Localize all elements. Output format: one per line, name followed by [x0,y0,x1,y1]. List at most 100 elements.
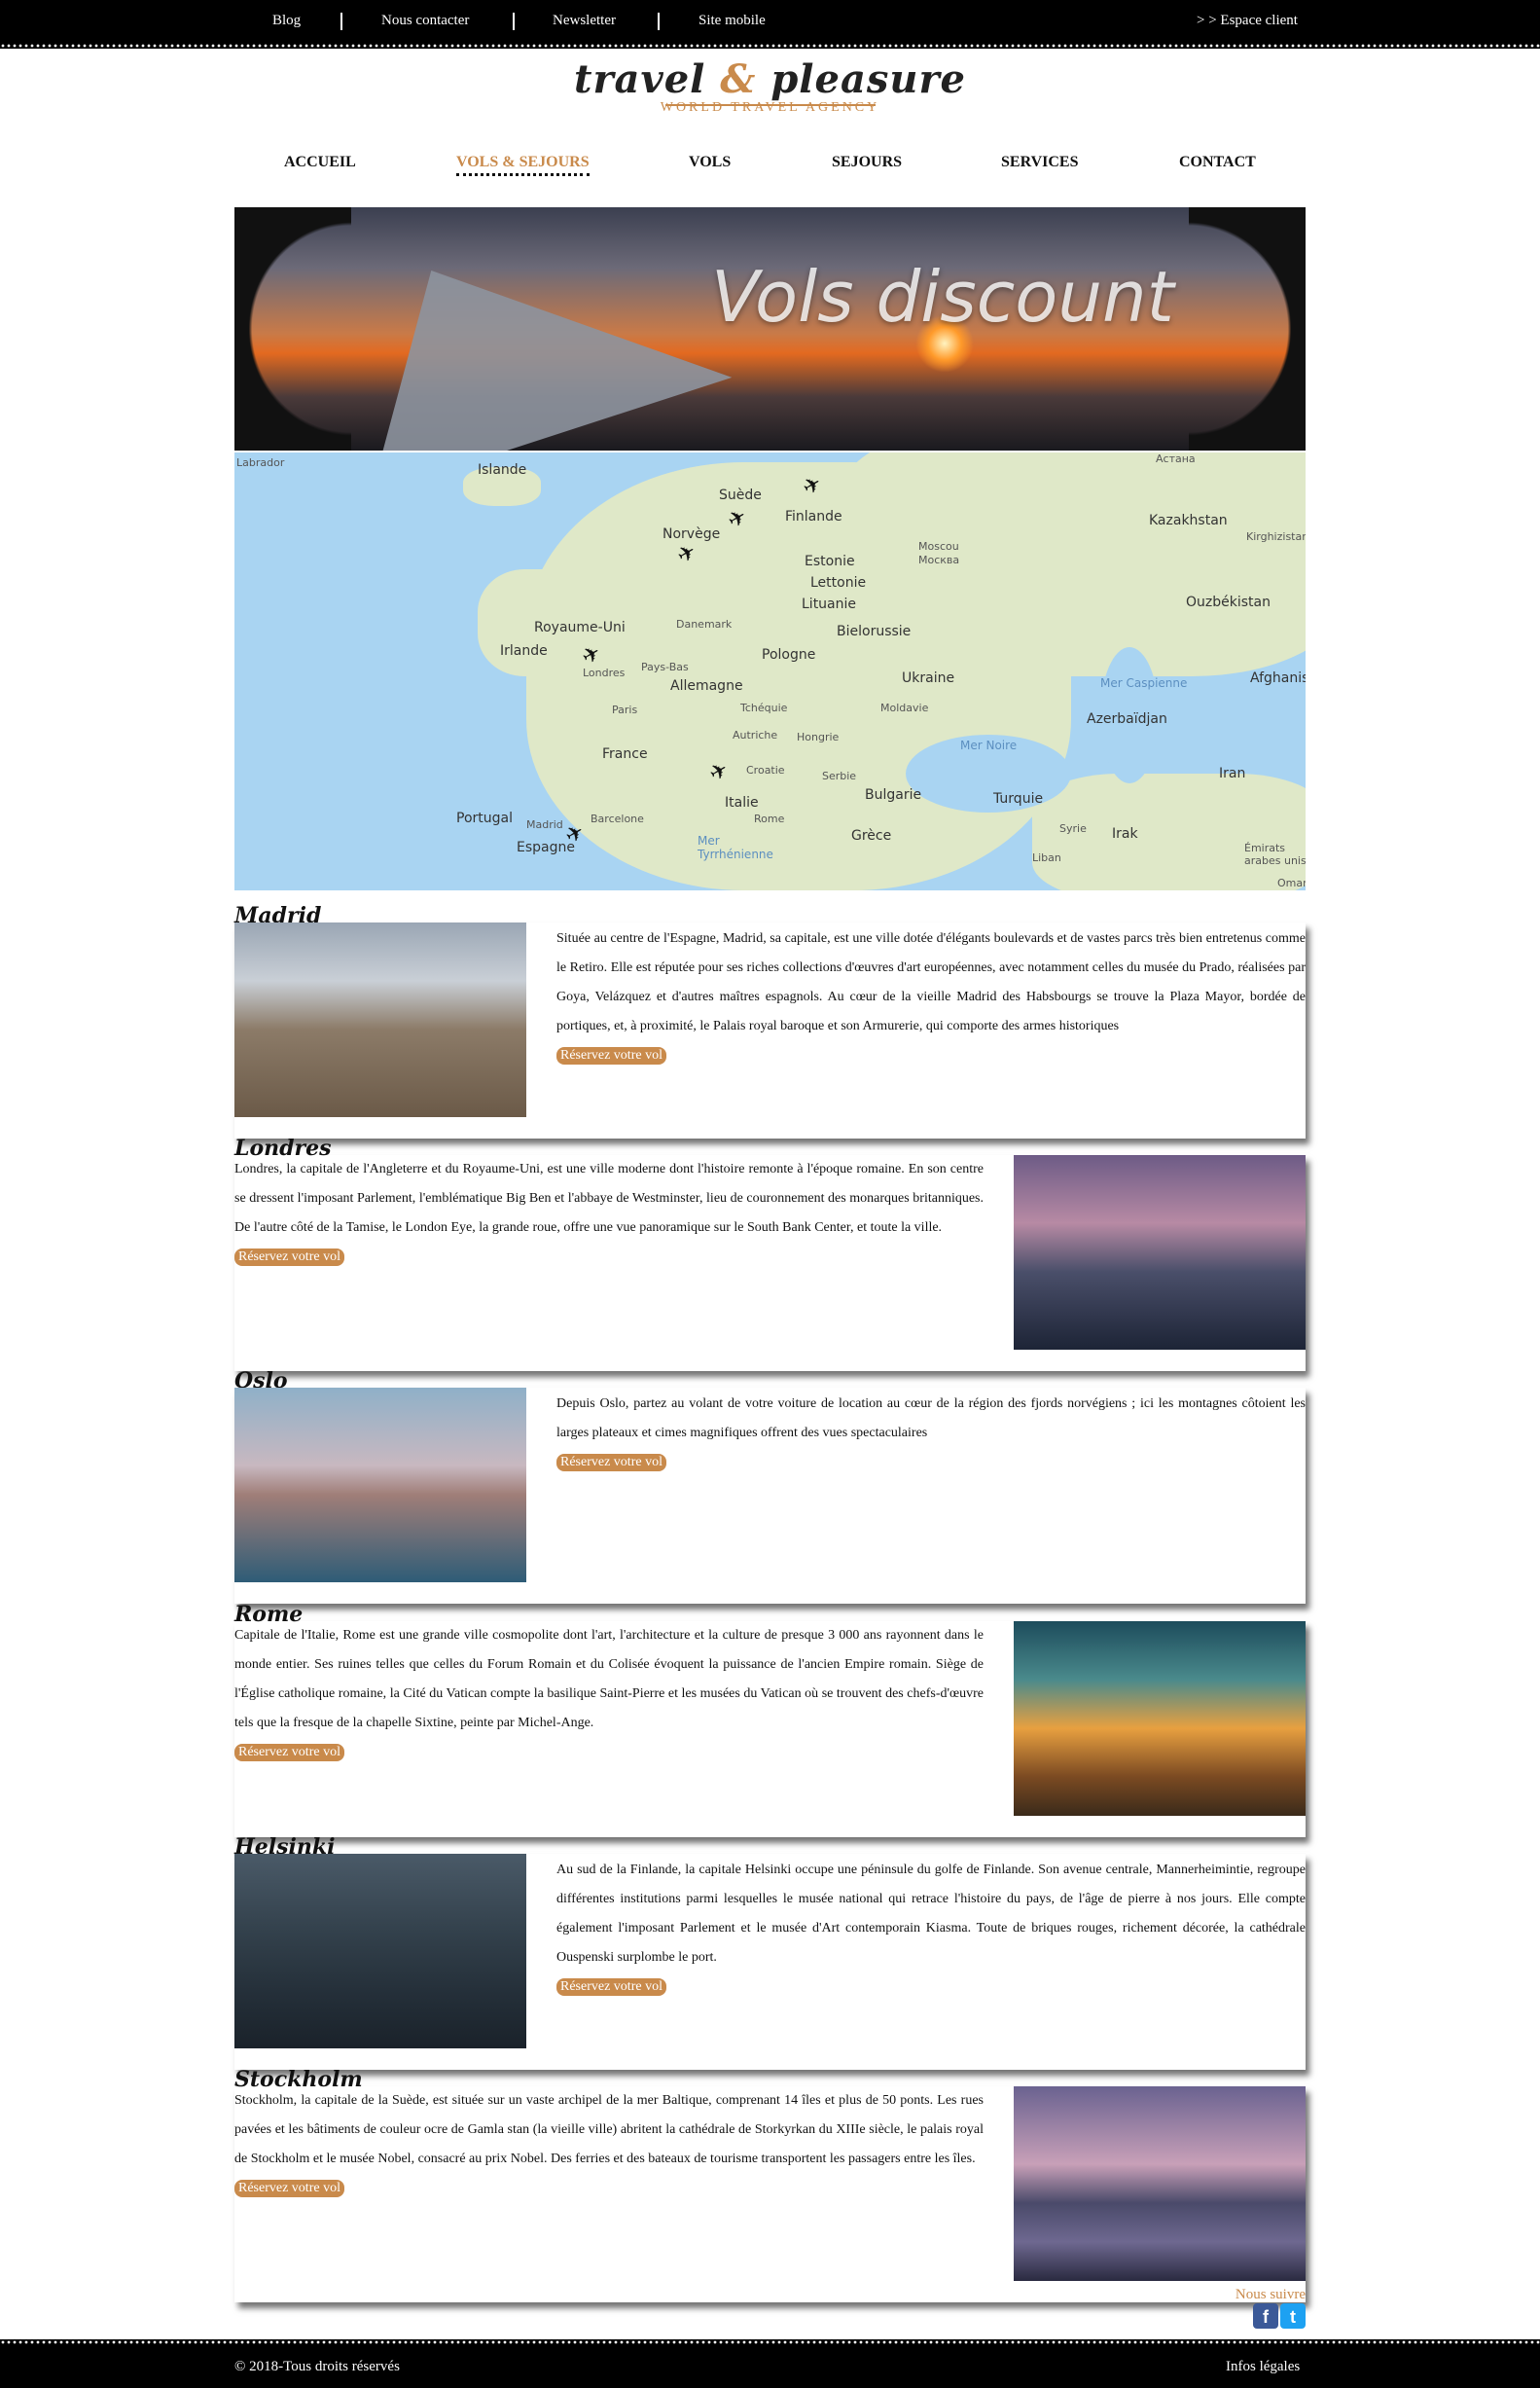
map-label: Moldavie [880,702,929,714]
book-flight-button[interactable]: Réservez votre vol [234,1248,344,1266]
map-label: Estonie [805,554,855,569]
destination-description: Capitale de l'Italie, Rome est une grand… [234,1628,984,1730]
map-label: Finlande [785,509,842,525]
map-label: Hongrie [797,731,840,743]
book-flight-button[interactable]: Réservez votre vol [234,1744,344,1761]
map-label: Syrie [1059,822,1087,835]
legal-link[interactable]: Infos légales [1226,2359,1300,2375]
map-label: Autriche [733,729,778,742]
europe-map[interactable]: Labrador Islande Suède Finlande Norvège … [234,452,1306,890]
map-label: Turquie [993,791,1044,807]
nav-vols-sejours[interactable]: VOLS & SEJOURS [456,154,590,176]
map-label: Irlande [500,643,548,659]
destination-card: Rome Capitale de l'Italie, Rome est une … [234,1602,1306,1837]
helsinki-photo [234,1854,526,2048]
divider [513,13,515,30]
logo[interactable]: travel & pleasure WORLD TRAVEL AGENCY [0,56,1540,116]
map-label: Lituanie [802,597,857,612]
destination-card: Oslo Depuis Oslo, partez au volant de vo… [234,1368,1306,1604]
book-flight-button[interactable]: Réservez votre vol [556,1047,666,1065]
hero-banner: Vols discount [234,207,1306,451]
london-photo [1014,1155,1306,1350]
map-label: Mer Noire [960,739,1018,752]
destination-card: Stockholm Stockholm, la capitale de la S… [234,2067,1306,2302]
destination-description: Londres, la capitale de l'Angleterre et … [234,1162,984,1235]
client-space-link[interactable]: > > Espace client [1197,13,1298,29]
map-label: Liban [1032,851,1061,864]
contact-link[interactable]: Nous contacter [381,13,469,29]
map-label: Madrid [526,818,563,831]
destination-description: Depuis Oslo, partez au volant de votre v… [556,1396,1306,1440]
map-label: Tchéquie [740,702,788,714]
map-label: Espagne [517,840,575,855]
oslo-photo [234,1388,526,1582]
twitter-icon[interactable]: t [1280,2303,1306,2329]
map-label: Bielorussie [837,624,912,639]
airplane-wing [310,207,733,451]
map-label: Kirghizistan [1246,530,1306,543]
map-label: Moscou [918,540,959,553]
nav-sejours[interactable]: SEJOURS [832,154,902,171]
stockholm-photo [1014,2086,1306,2281]
map-label: Labrador [236,456,285,469]
book-flight-button[interactable]: Réservez votre vol [556,1454,666,1471]
nav-contact[interactable]: CONTACT [1179,154,1256,171]
mobile-site-link[interactable]: Site mobile [698,13,766,29]
follow-label: Nous suivre [1235,2287,1306,2302]
destination-description: Au sud de la Finlande, la capitale Helsi… [556,1863,1306,1965]
map-label: Grèce [851,828,892,844]
map-land [838,452,1306,676]
footer: © 2018-Tous droits réservés Infos légale… [0,2339,1540,2388]
map-label: Royaume-Uni [534,620,626,635]
map-label: Paris [612,704,638,716]
divider [340,13,342,30]
map-label: Kazakhstan [1149,513,1228,528]
blog-link[interactable]: Blog [272,13,301,29]
map-label: Москва [918,554,960,566]
map-label: Suède [719,488,762,503]
book-flight-button[interactable]: Réservez votre vol [556,1978,666,1996]
map-label: Serbie [822,770,857,782]
map-label: Pologne [762,647,816,663]
destination-description: Située au centre de l'Espagne, Madrid, s… [556,931,1306,1033]
map-label: Irak [1112,826,1138,842]
map-label: Lettonie [810,575,867,591]
map-label: Rome [754,813,785,825]
dotted-border [0,2339,1540,2345]
banner-title: Vols discount [711,256,1174,338]
map-label: Allemagne [670,678,743,694]
copyright: © 2018-Tous droits réservés [234,2359,400,2374]
destination-card: Londres Londres, la capitale de l'Anglet… [234,1136,1306,1371]
dotted-border [0,43,1540,49]
map-label: France [602,746,648,762]
window-frame [1189,207,1306,451]
logo-tagline: WORLD TRAVEL AGENCY [660,100,880,115]
map-label: Azerbaïdjan [1087,711,1167,727]
social-follow: Nous suivre ft [1236,2287,1306,2329]
divider [658,13,660,30]
nav-accueil[interactable]: ACCUEIL [284,154,356,171]
window-frame [234,207,351,451]
destination-card: Madrid Située au centre de l'Espagne, Ma… [234,903,1306,1139]
map-label: Norvège [663,526,721,542]
logo-wordmark: travel & pleasure [574,56,966,102]
facebook-icon[interactable]: f [1253,2303,1278,2329]
map-label: Mer Tyrrhénienne [698,834,773,861]
map-label: Croatie [746,764,785,777]
nav-vols[interactable]: VOLS [689,154,731,171]
map-label: Danemark [676,618,733,631]
map-label: Pays-Bas [641,661,689,673]
newsletter-link[interactable]: Newsletter [553,13,616,29]
map-label: Afghanistan [1250,670,1306,686]
map-label: Oman [1277,877,1306,889]
book-flight-button[interactable]: Réservez votre vol [234,2180,344,2197]
madrid-photo [234,923,526,1117]
main-nav: ACCUEIL VOLS & SEJOURS VOLS SEJOURS SERV… [234,154,1306,183]
map-label: Ouzbékistan [1186,595,1271,610]
map-label: Italie [725,795,759,811]
nav-services[interactable]: SERVICES [1001,154,1078,171]
map-label: Islande [478,462,527,478]
map-label: Portugal [456,811,513,826]
destination-card: Helsinki Au sud de la Finlande, la capit… [234,1834,1306,2070]
rome-photo [1014,1621,1306,1816]
